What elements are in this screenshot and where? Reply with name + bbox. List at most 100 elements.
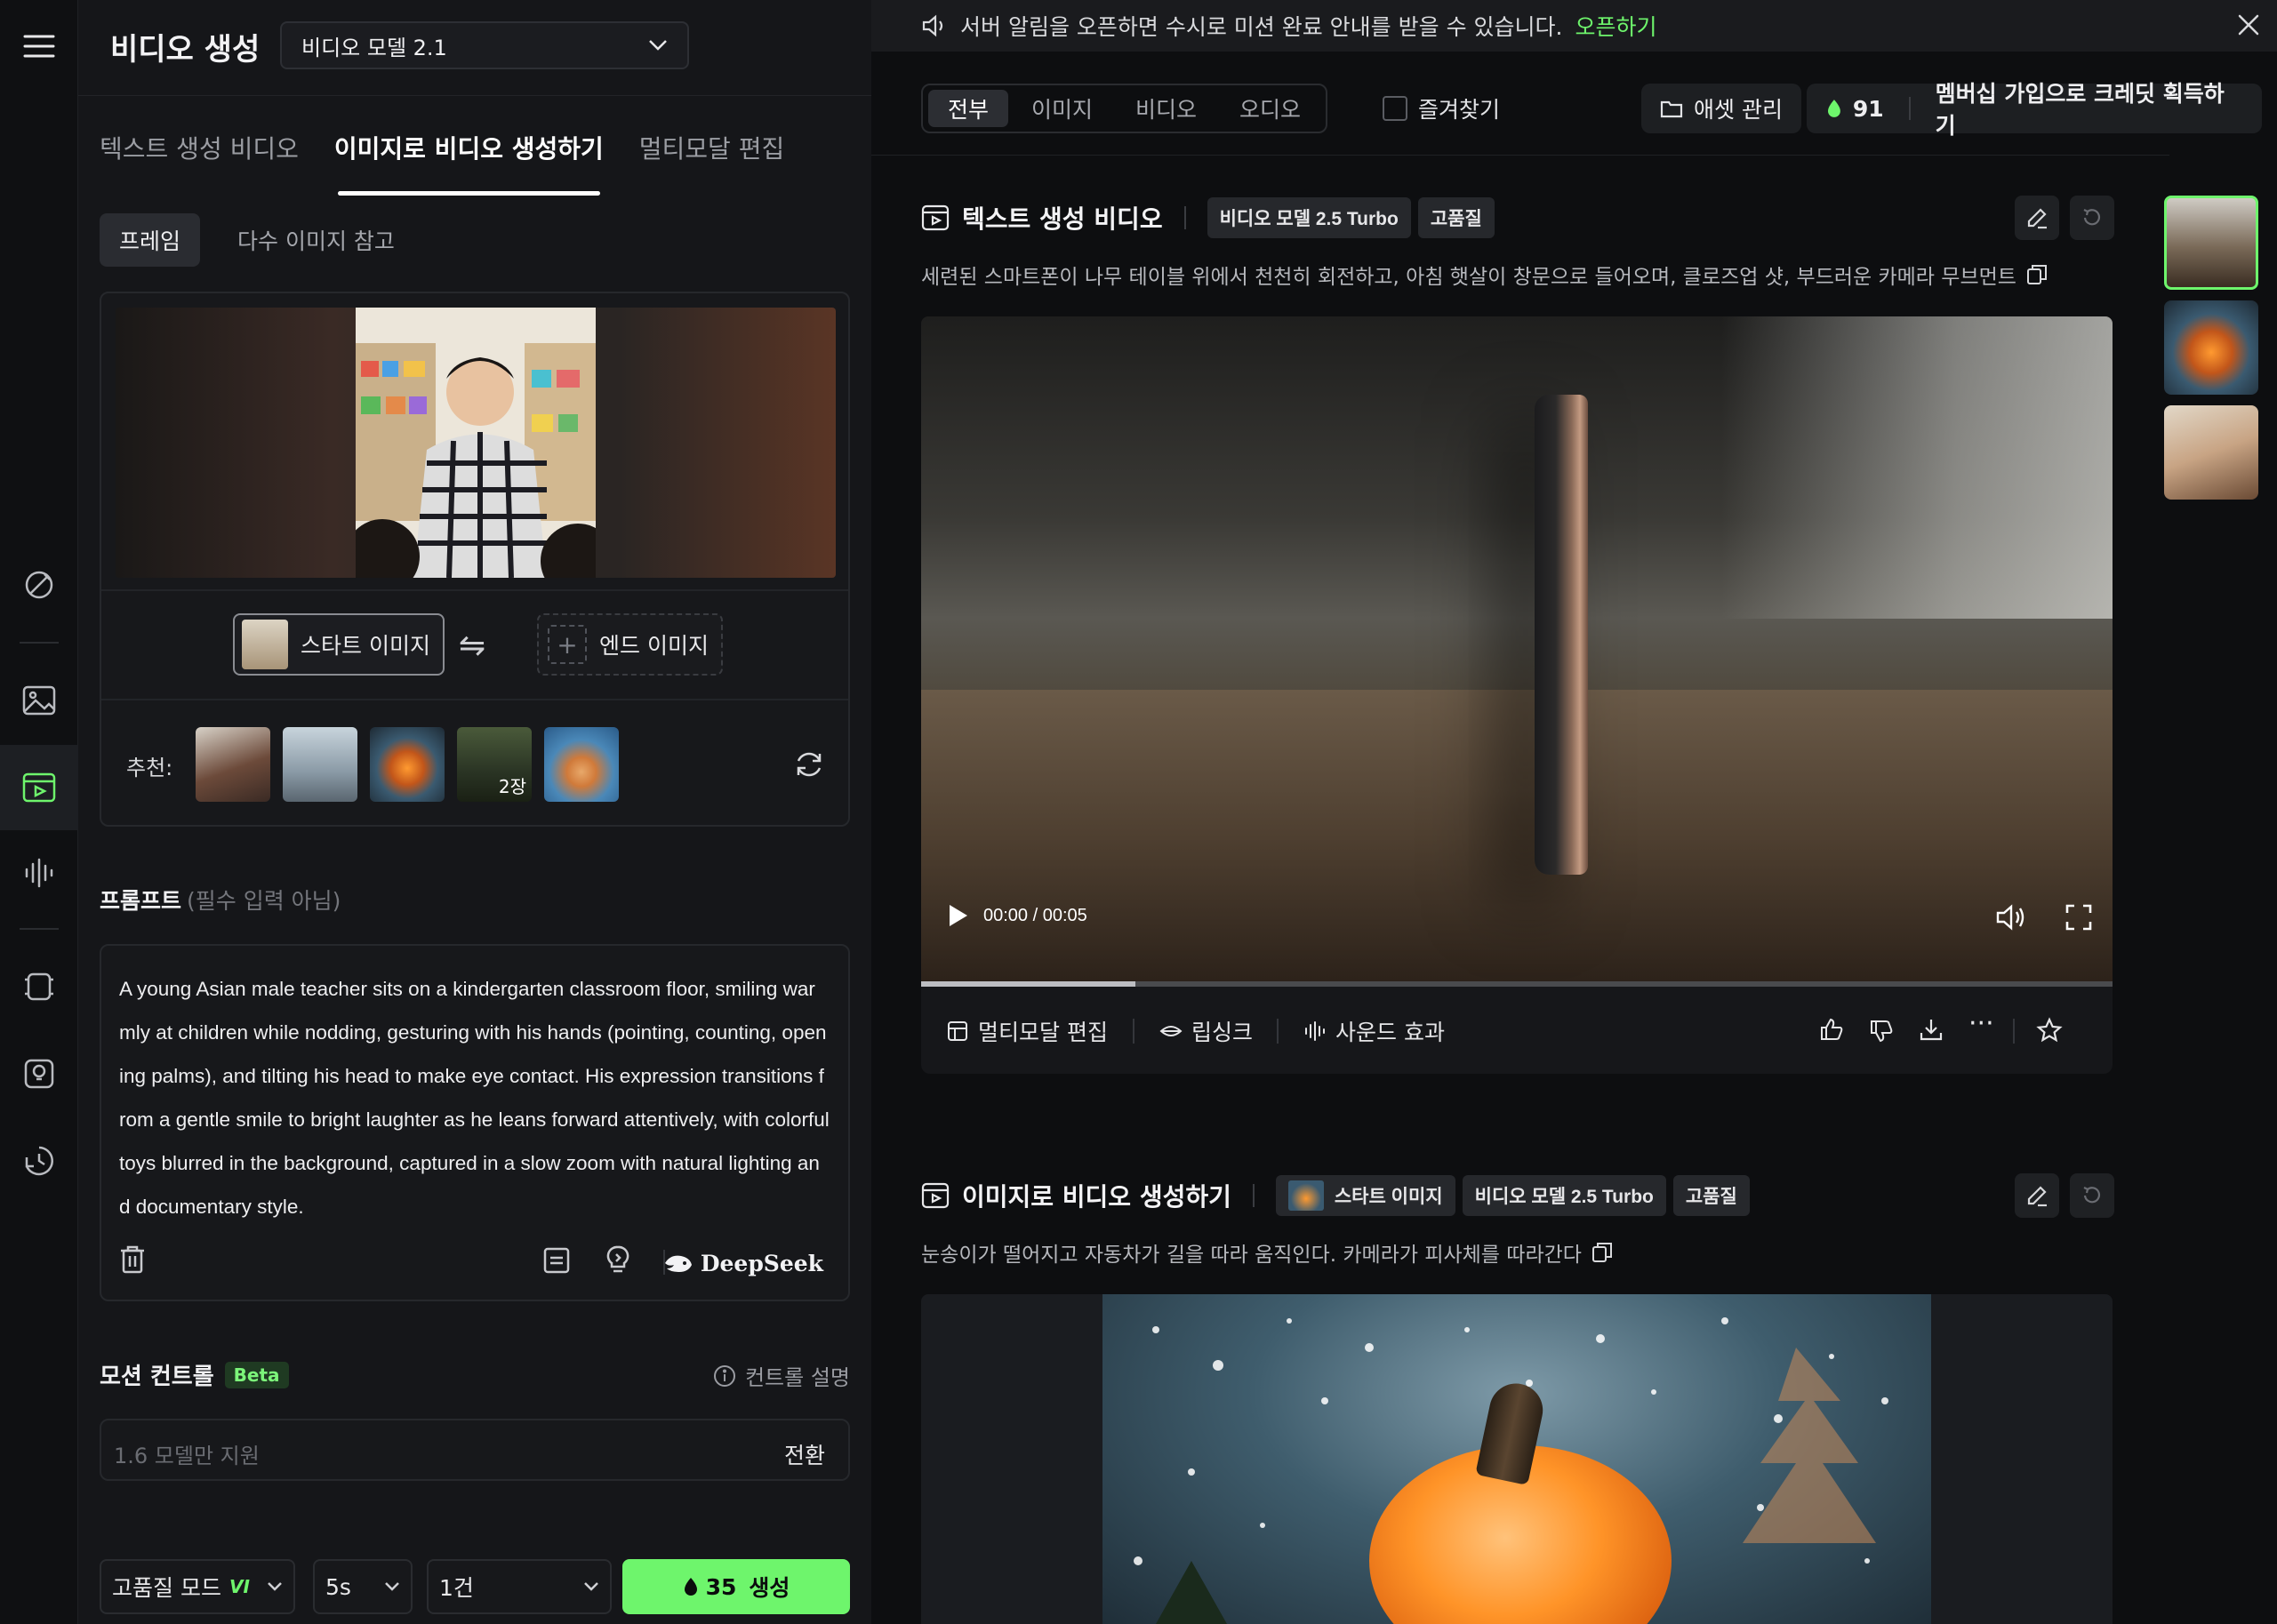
thumbs-up-icon[interactable] [1819, 1017, 1844, 1042]
filter-all[interactable]: 전부 [928, 90, 1009, 127]
membership-label: 멤버십 가입으로 크레딧 획득하기 [1935, 81, 2225, 139]
more-icon[interactable]: ··· [1968, 1008, 1994, 1039]
lipsync-button[interactable]: 립싱크 [1159, 1015, 1253, 1047]
filter-audio[interactable]: 오디오 [1220, 90, 1320, 127]
notice-open-link[interactable]: 오픈하기 [1575, 10, 1656, 42]
play-icon[interactable] [946, 903, 969, 928]
frame-preview[interactable] [116, 308, 836, 578]
close-icon[interactable] [2236, 12, 2261, 37]
type-filter: 전부 이미지 비디오 오디오 [921, 84, 1328, 133]
save-prompt-icon[interactable] [542, 1246, 571, 1278]
refresh-icon[interactable] [793, 748, 825, 784]
deepseek-toggle[interactable]: DeepSeek [663, 1251, 823, 1276]
edit-icon[interactable] [2015, 196, 2059, 240]
panel-header: 비디오 생성 비디오 모델 2.1 [78, 0, 871, 96]
start-image-chip: 스타트 이미지 [1275, 1175, 1455, 1216]
video-icon[interactable] [0, 745, 78, 830]
idea-icon[interactable] [605, 1244, 631, 1278]
recommend-thumb[interactable] [370, 727, 445, 802]
chevron-down-icon [385, 1582, 399, 1591]
credit-count: 91 [1852, 95, 1884, 122]
multimodal-icon [948, 1021, 967, 1041]
left-rail [0, 0, 78, 1624]
results-area: 서버 알림을 오픈하면 수시로 미션 완료 안내를 받을 수 있습니다. 오픈하… [871, 0, 2277, 1624]
video-player[interactable]: 00:00 / 00:05 [921, 316, 2113, 987]
notice-text: 서버 알림을 오픈하면 수시로 미션 완료 안내를 받을 수 있습니다. [960, 14, 1563, 40]
prompt-title: 프롬프트 [100, 888, 182, 914]
duration-value: 5s [325, 1573, 351, 1600]
bulb-icon[interactable] [0, 1031, 78, 1116]
notification-banner: 서버 알림을 오픈하면 수시로 미션 완료 안내를 받을 수 있습니다. 오픈하… [871, 0, 2277, 52]
multimodal-edit-button[interactable]: 멀티모달 편집 [946, 1015, 1108, 1047]
filter-video[interactable]: 비디오 [1116, 90, 1216, 127]
credit-icon [1827, 100, 1840, 117]
chevron-down-icon [584, 1582, 598, 1591]
download-icon[interactable] [1919, 1017, 1944, 1042]
control-help-link[interactable]: 컨트롤 설명 [713, 1360, 850, 1391]
asset-manage-button[interactable]: 애셋 관리 [1641, 84, 1801, 133]
start-image-label: 스타트 이미지 [301, 633, 430, 659]
canvas-icon[interactable] [0, 944, 78, 1029]
recommend-thumb[interactable] [544, 727, 619, 802]
count-select[interactable]: 1건 [427, 1559, 612, 1614]
video-player[interactable] [921, 1294, 2113, 1624]
rail-divider [20, 928, 59, 930]
video-frame [1535, 395, 1588, 875]
start-image-chip-thumb [1287, 1180, 1324, 1211]
result-title: 이미지로 비디오 생성하기 [962, 1182, 1231, 1212]
recommend-thumb[interactable]: 2장 [457, 727, 532, 802]
folder-icon [1660, 100, 1683, 118]
generate-bar: 고품질 모드 VI 5s 1건 35 생성 [100, 1559, 850, 1614]
quality-select[interactable]: 고품질 모드 VI [100, 1559, 295, 1614]
prompt-text[interactable]: A young Asian male teacher sits on a kin… [119, 967, 830, 1228]
end-image-button[interactable]: + 엔드 이미지 [537, 613, 723, 676]
membership-button[interactable]: 91 멤버십 가입으로 크레딧 획득하기 [1807, 81, 2262, 139]
tab-image-to-video[interactable]: 이미지로 비디오 생성하기 [334, 124, 604, 196]
fullscreen-icon[interactable] [2065, 903, 2093, 932]
tab-multimodal-edit[interactable]: 멀티모달 편집 [639, 124, 784, 183]
motion-control-box[interactable]: 1.6 모델만 지원 전환 [100, 1419, 850, 1481]
video-frame [1721, 316, 2113, 619]
prompt-toolbar: DeepSeek [101, 1223, 848, 1300]
tab-text-to-video[interactable]: 텍스트 생성 비디오 [100, 124, 299, 183]
divider [1133, 1019, 1134, 1044]
subtab-multi-image[interactable]: 다수 이미지 참고 [218, 213, 414, 267]
recommend-thumb[interactable] [283, 727, 357, 802]
favorites-label: 즐겨찾기 [1418, 97, 1501, 123]
recommend-thumb[interactable] [196, 727, 270, 802]
plus-icon: + [548, 625, 587, 664]
favorites-checkbox[interactable] [1383, 96, 1407, 121]
prompt-input[interactable]: A young Asian male teacher sits on a kin… [100, 944, 850, 1301]
sound-effect-button[interactable]: 사운드 효과 [1303, 1015, 1445, 1047]
audio-icon[interactable] [0, 830, 78, 916]
history-thumb[interactable] [2164, 405, 2258, 500]
recommend-badge: 2장 [498, 776, 526, 797]
edit-icon[interactable] [2015, 1173, 2059, 1218]
history-thumb[interactable] [2164, 300, 2258, 395]
regenerate-icon[interactable] [2070, 1173, 2114, 1218]
video-action-bar: 멀티모달 편집 립싱크 사운드 효과 ··· [921, 987, 2113, 1074]
start-image-button[interactable]: 스타트 이미지 [233, 613, 445, 676]
generate-label: 생성 [749, 1575, 790, 1601]
magic-icon[interactable] [0, 542, 78, 628]
favorites-filter[interactable]: 즐겨찾기 [1383, 92, 1500, 124]
menu-icon[interactable] [0, 4, 78, 89]
model-select[interactable]: 비디오 모델 2.1 [280, 21, 689, 69]
star-icon[interactable] [2036, 1017, 2063, 1044]
trash-icon[interactable] [119, 1244, 146, 1278]
copy-icon[interactable] [1591, 1241, 1614, 1264]
history-icon[interactable] [0, 1118, 78, 1204]
duration-select[interactable]: 5s [313, 1559, 413, 1614]
regenerate-icon[interactable] [2070, 196, 2114, 240]
switch-button[interactable]: 전환 [784, 1438, 825, 1470]
quality-chip: 고품질 [1417, 197, 1495, 238]
copy-icon[interactable] [2025, 263, 2048, 286]
swap-icon[interactable]: ⇋ [459, 628, 485, 664]
image-icon[interactable] [0, 658, 78, 743]
subtab-frame[interactable]: 프레임 [100, 213, 201, 267]
thumbs-down-icon[interactable] [1869, 1019, 1894, 1044]
volume-icon[interactable] [1995, 903, 2027, 932]
filter-image[interactable]: 이미지 [1012, 90, 1112, 127]
history-thumb[interactable] [2164, 196, 2258, 290]
generate-button[interactable]: 35 생성 [622, 1559, 850, 1614]
